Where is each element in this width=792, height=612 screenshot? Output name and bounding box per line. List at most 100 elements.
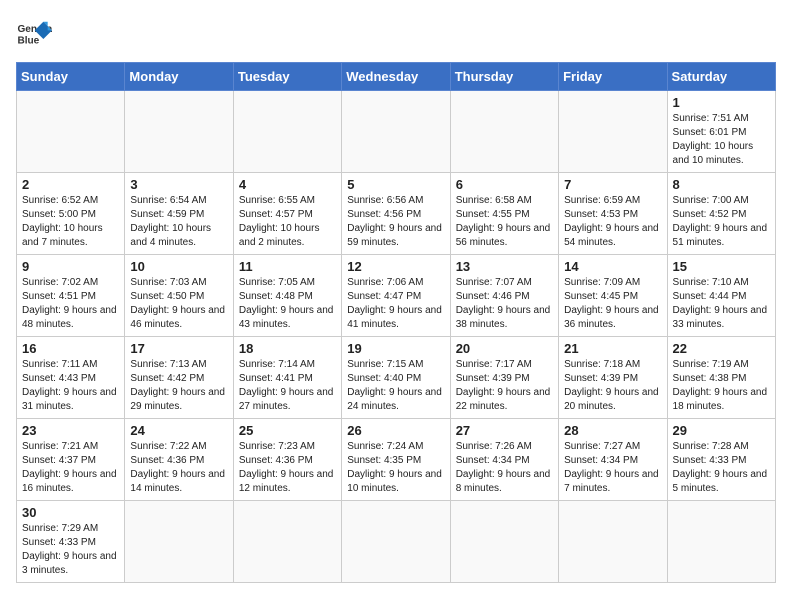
day-info: Sunrise: 7:11 AM Sunset: 4:43 PM Dayligh… [22,358,119,414]
calendar-week-row: 2Sunrise: 6:52 AM Sunset: 5:00 PM Daylig… [17,173,776,255]
day-info: Sunrise: 7:13 AM Sunset: 4:42 PM Dayligh… [130,358,227,414]
day-number: 26 [347,423,444,438]
day-number: 19 [347,341,444,356]
page-header: General Blue [16,16,776,52]
calendar-cell: 30Sunrise: 7:29 AM Sunset: 4:33 PM Dayli… [17,501,125,583]
calendar-cell: 22Sunrise: 7:19 AM Sunset: 4:38 PM Dayli… [667,337,775,419]
day-number: 13 [456,259,553,274]
calendar-cell: 5Sunrise: 6:56 AM Sunset: 4:56 PM Daylig… [342,173,450,255]
day-info: Sunrise: 6:59 AM Sunset: 4:53 PM Dayligh… [564,194,661,250]
day-number: 10 [130,259,227,274]
day-number: 27 [456,423,553,438]
day-number: 16 [22,341,119,356]
calendar-cell [450,91,558,173]
weekday-header-cell: Sunday [17,63,125,91]
calendar-cell: 7 Sunrise: 6:59 AM Sunset: 4:53 PM Daylig… [559,173,667,255]
calendar-week-row: 1Sunrise: 7:51 AM Sunset: 6:01 PM Daylig… [17,91,776,173]
day-info: Sunrise: 7:26 AM Sunset: 4:34 PM Dayligh… [456,440,553,496]
svg-text:Blue: Blue [17,35,39,46]
calendar-cell [667,501,775,583]
day-info: Sunrise: 7:09 AM Sunset: 4:45 PM Dayligh… [564,276,661,332]
calendar-cell [233,501,341,583]
logo: General Blue [16,16,52,52]
calendar-cell [559,91,667,173]
day-number: 7 [564,177,661,192]
day-number: 25 [239,423,336,438]
calendar-cell: 29Sunrise: 7:28 AM Sunset: 4:33 PM Dayli… [667,419,775,501]
day-info: Sunrise: 7:15 AM Sunset: 4:40 PM Dayligh… [347,358,444,414]
weekday-header-cell: Monday [125,63,233,91]
calendar-cell [233,91,341,173]
day-number: 21 [564,341,661,356]
day-number: 14 [564,259,661,274]
day-info: Sunrise: 7:07 AM Sunset: 4:46 PM Dayligh… [456,276,553,332]
logo-icon: General Blue [16,16,52,52]
calendar-cell: 23 Sunrise: 7:21 AM Sunset: 4:37 PM Dayli… [17,419,125,501]
day-info: Sunrise: 7:03 AM Sunset: 4:50 PM Dayligh… [130,276,227,332]
weekday-header-cell: Friday [559,63,667,91]
day-info: Sunrise: 6:56 AM Sunset: 4:56 PM Dayligh… [347,194,444,250]
calendar-cell: 24Sunrise: 7:22 AM Sunset: 4:36 PM Dayli… [125,419,233,501]
calendar-cell: 28 Sunrise: 7:27 AM Sunset: 4:34 PM Dayli… [559,419,667,501]
weekday-header-cell: Wednesday [342,63,450,91]
day-number: 15 [673,259,770,274]
calendar-cell: 14 Sunrise: 7:09 AM Sunset: 4:45 PM Dayli… [559,255,667,337]
calendar-cell: 17 Sunrise: 7:13 AM Sunset: 4:42 PM Dayli… [125,337,233,419]
calendar-cell: 25 Sunrise: 7:23 AM Sunset: 4:36 PM Dayli… [233,419,341,501]
day-number: 30 [22,505,119,520]
day-number: 29 [673,423,770,438]
calendar-week-row: 23 Sunrise: 7:21 AM Sunset: 4:37 PM Dayli… [17,419,776,501]
day-info: Sunrise: 7:14 AM Sunset: 4:41 PM Dayligh… [239,358,336,414]
day-info: Sunrise: 7:27 AM Sunset: 4:34 PM Dayligh… [564,440,661,496]
calendar-week-row: 30Sunrise: 7:29 AM Sunset: 4:33 PM Dayli… [17,501,776,583]
day-info: Sunrise: 6:55 AM Sunset: 4:57 PM Dayligh… [239,194,336,250]
day-info: Sunrise: 6:54 AM Sunset: 4:59 PM Dayligh… [130,194,227,250]
day-number: 9 [22,259,119,274]
calendar-cell: 9Sunrise: 7:02 AM Sunset: 4:51 PM Daylig… [17,255,125,337]
day-info: Sunrise: 7:21 AM Sunset: 4:37 PM Dayligh… [22,440,119,496]
calendar-cell: 18 Sunrise: 7:14 AM Sunset: 4:41 PM Dayli… [233,337,341,419]
calendar-cell [450,501,558,583]
calendar-cell: 8 Sunrise: 7:00 AM Sunset: 4:52 PM Daylig… [667,173,775,255]
day-number: 23 [22,423,119,438]
weekday-header-cell: Thursday [450,63,558,91]
day-number: 28 [564,423,661,438]
weekday-header-cell: Tuesday [233,63,341,91]
calendar-cell: 1Sunrise: 7:51 AM Sunset: 6:01 PM Daylig… [667,91,775,173]
day-number: 18 [239,341,336,356]
calendar-cell: 20Sunrise: 7:17 AM Sunset: 4:39 PM Dayli… [450,337,558,419]
calendar-cell: 11 Sunrise: 7:05 AM Sunset: 4:48 PM Dayli… [233,255,341,337]
weekday-header-row: SundayMondayTuesdayWednesdayThursdayFrid… [17,63,776,91]
day-info: Sunrise: 7:24 AM Sunset: 4:35 PM Dayligh… [347,440,444,496]
day-info: Sunrise: 7:22 AM Sunset: 4:36 PM Dayligh… [130,440,227,496]
day-number: 20 [456,341,553,356]
weekday-header-cell: Saturday [667,63,775,91]
calendar-cell: 3 Sunrise: 6:54 AM Sunset: 4:59 PM Daylig… [125,173,233,255]
calendar-cell [559,501,667,583]
day-number: 3 [130,177,227,192]
calendar-cell: 6Sunrise: 6:58 AM Sunset: 4:55 PM Daylig… [450,173,558,255]
calendar-cell [17,91,125,173]
calendar-cell: 2Sunrise: 6:52 AM Sunset: 5:00 PM Daylig… [17,173,125,255]
day-number: 8 [673,177,770,192]
calendar-cell: 26 Sunrise: 7:24 AM Sunset: 4:35 PM Dayli… [342,419,450,501]
day-number: 17 [130,341,227,356]
day-info: Sunrise: 7:00 AM Sunset: 4:52 PM Dayligh… [673,194,770,250]
calendar-cell: 27 Sunrise: 7:26 AM Sunset: 4:34 PM Dayli… [450,419,558,501]
calendar-cell: 4 Sunrise: 6:55 AM Sunset: 4:57 PM Daylig… [233,173,341,255]
calendar-cell: 21Sunrise: 7:18 AM Sunset: 4:39 PM Dayli… [559,337,667,419]
day-info: Sunrise: 7:05 AM Sunset: 4:48 PM Dayligh… [239,276,336,332]
day-number: 22 [673,341,770,356]
calendar-cell [342,91,450,173]
day-number: 1 [673,95,770,110]
calendar-cell: 13 Sunrise: 7:07 AM Sunset: 4:46 PM Dayli… [450,255,558,337]
day-info: Sunrise: 7:23 AM Sunset: 4:36 PM Dayligh… [239,440,336,496]
day-number: 11 [239,259,336,274]
calendar-week-row: 16 Sunrise: 7:11 AM Sunset: 4:43 PM Dayli… [17,337,776,419]
calendar-cell [342,501,450,583]
day-number: 12 [347,259,444,274]
calendar-cell: 16 Sunrise: 7:11 AM Sunset: 4:43 PM Dayli… [17,337,125,419]
day-info: Sunrise: 6:52 AM Sunset: 5:00 PM Dayligh… [22,194,119,250]
calendar-cell: 10 Sunrise: 7:03 AM Sunset: 4:50 PM Dayli… [125,255,233,337]
day-number: 4 [239,177,336,192]
